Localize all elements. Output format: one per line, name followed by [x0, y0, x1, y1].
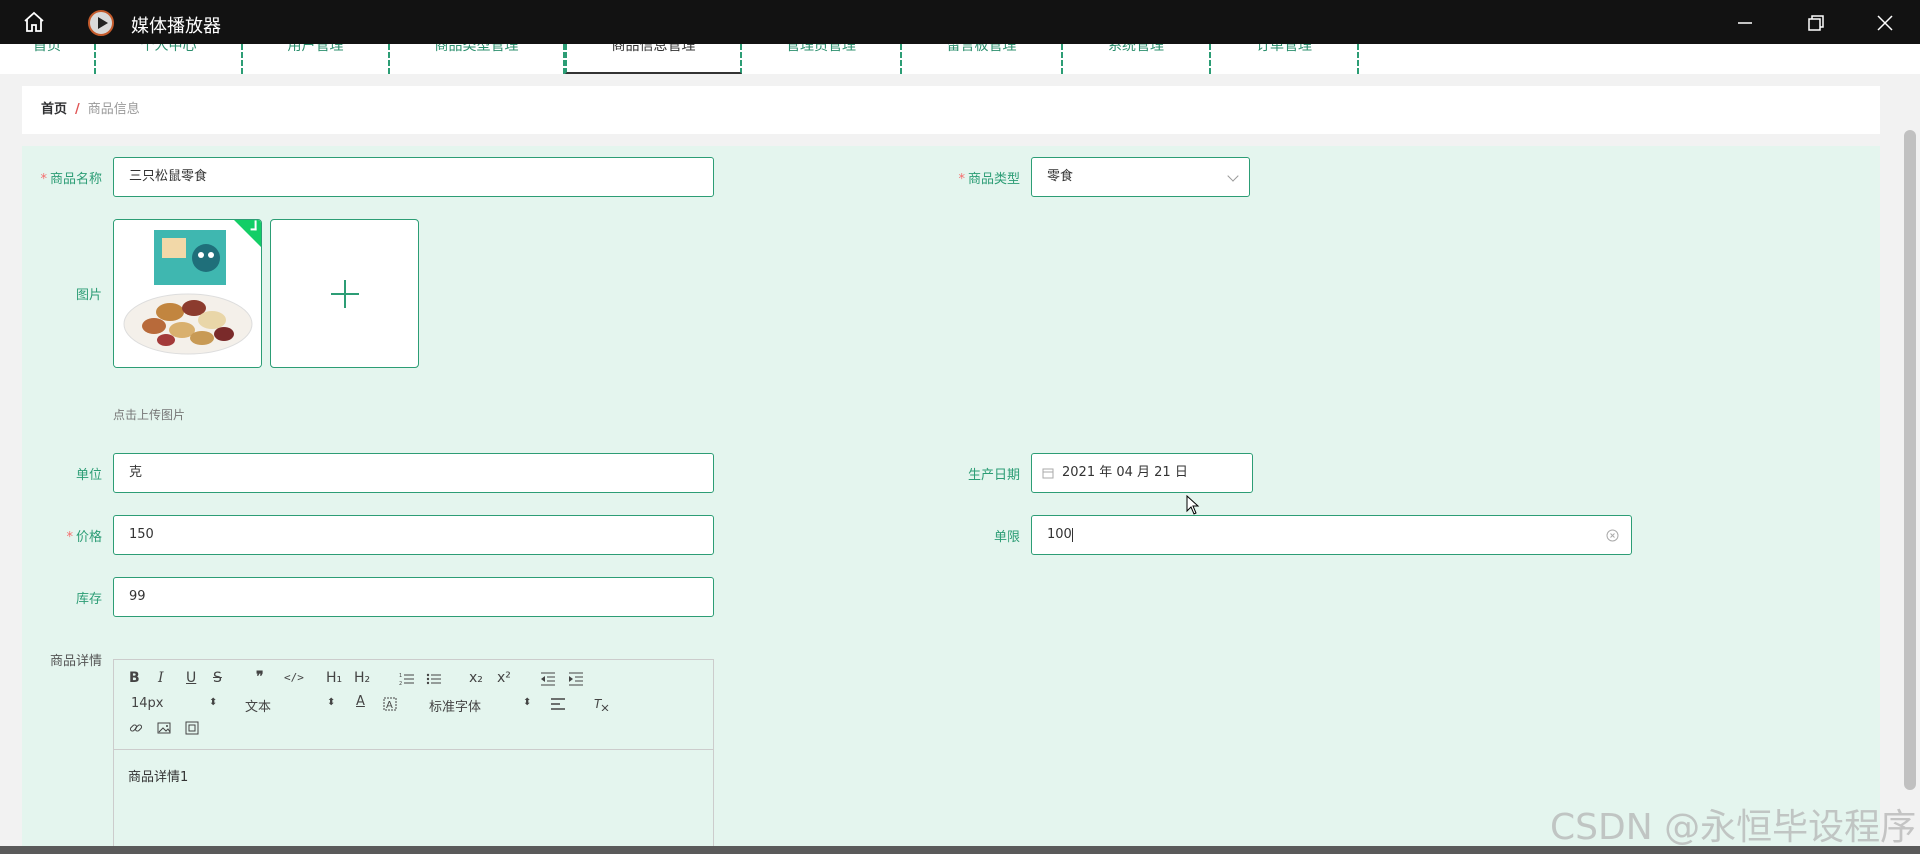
indent-icon[interactable]	[568, 672, 584, 686]
bold-button[interactable]: B	[129, 670, 140, 686]
nav-item-admins[interactable]: 管理员管理	[742, 44, 902, 74]
breadcrumb-home[interactable]: 首页	[41, 102, 67, 117]
vertical-scrollbar[interactable]	[1904, 130, 1916, 790]
stock-input[interactable]: 99	[113, 577, 714, 617]
outdent-icon[interactable]	[540, 672, 556, 686]
editor-toolbar: B I U S ❞ </> H₁ H₂ 12 x₂ x² 14px ⬍ 文本 ⬍ A…	[114, 660, 713, 750]
product-image-thumbnail[interactable]	[113, 219, 262, 368]
font-size-picker[interactable]: 14px ⬍	[131, 696, 221, 711]
minimize-icon[interactable]	[1730, 8, 1760, 38]
breadcrumb-current: 商品信息	[87, 102, 140, 117]
price-input[interactable]: 150	[113, 515, 714, 555]
video-icon[interactable]	[185, 721, 199, 735]
limit-label: 单限	[993, 530, 1020, 545]
image-label: 图片	[75, 288, 102, 303]
code-block-button[interactable]: </>	[284, 671, 304, 684]
chevron-down-icon	[1227, 170, 1239, 182]
name-label: * 商品名称	[40, 172, 102, 187]
nav-item-messages[interactable]: 留言板管理	[902, 44, 1063, 74]
maximize-icon[interactable]	[1800, 8, 1830, 38]
window-title: 媒体播放器	[131, 16, 221, 37]
plus-icon	[330, 279, 359, 308]
breadcrumb: 首页 / 商品信息	[22, 86, 1880, 134]
strike-button[interactable]: S	[213, 670, 222, 686]
unit-label: 单位	[75, 468, 102, 483]
close-icon[interactable]	[1870, 8, 1900, 38]
nuts-snack-image	[114, 220, 261, 367]
csdn-watermark: CSDN @永恒毕设程序	[1550, 807, 1917, 848]
calendar-icon	[1042, 468, 1054, 479]
nav-item-users[interactable]: 用户管理	[243, 44, 390, 74]
price-label: * 价格	[66, 530, 102, 545]
heading2-button[interactable]: H₂	[354, 670, 370, 686]
clear-format-icon[interactable]: T	[593, 697, 609, 711]
date-label: 生产日期	[967, 468, 1020, 483]
nav-item-home[interactable]: 首页	[0, 44, 96, 74]
type-label: * 商品类型	[958, 172, 1020, 187]
text-style-picker[interactable]: 文本 ⬍	[245, 696, 335, 715]
detail-label: 商品详情	[49, 654, 102, 669]
italic-button[interactable]: I	[158, 670, 164, 686]
unit-input[interactable]: 克	[113, 453, 714, 493]
window-titlebar: 媒体播放器	[0, 0, 1920, 44]
limit-input[interactable]: 100	[1031, 515, 1632, 555]
heading1-button[interactable]: H₁	[326, 670, 342, 686]
svg-text:A: A	[386, 700, 393, 711]
image-icon[interactable]	[157, 721, 171, 735]
type-select[interactable]: 零食	[1031, 157, 1250, 197]
background-color-icon[interactable]: A	[383, 697, 397, 711]
mouse-cursor-icon	[1186, 495, 1200, 515]
subscript-button[interactable]: x₂	[469, 670, 483, 686]
nav-item-product-info[interactable]: 商品信息管理	[565, 44, 742, 74]
nav-item-product-types[interactable]: 商品类型管理	[390, 44, 565, 74]
rich-text-editor: B I U S ❞ </> H₁ H₂ 12 x₂ x² 14px ⬍ 文本 ⬍ A…	[113, 659, 714, 854]
svg-text:1: 1	[399, 673, 402, 679]
underline-button[interactable]: U	[186, 670, 196, 686]
ordered-list-icon[interactable]: 12	[399, 672, 415, 686]
svg-text:2: 2	[399, 681, 402, 686]
blockquote-button[interactable]: ❞	[256, 669, 264, 685]
align-left-icon[interactable]	[550, 697, 566, 711]
font-color-icon[interactable]: A	[356, 694, 365, 709]
svg-text:T: T	[594, 697, 603, 711]
home-icon[interactable]	[22, 10, 46, 34]
bullet-list-icon[interactable]	[426, 672, 442, 686]
upload-hint: 点击上传图片	[113, 408, 186, 422]
media-player-icon	[88, 10, 114, 36]
stock-label: 库存	[75, 592, 102, 607]
editor-content[interactable]: 商品详情1	[128, 766, 188, 785]
nav-item-profile[interactable]: 个人中心	[96, 44, 243, 74]
date-picker[interactable]: 2021 年 04 月 21 日	[1031, 453, 1253, 493]
upload-image-button[interactable]	[270, 219, 419, 368]
link-icon[interactable]	[129, 721, 143, 735]
clear-icon[interactable]	[1606, 529, 1619, 542]
top-nav: 首页 个人中心 用户管理 商品类型管理 商品信息管理 管理员管理 留言板管理 系…	[0, 44, 1920, 74]
font-family-picker[interactable]: 标准字体 ⬍	[429, 696, 531, 715]
breadcrumb-separator: /	[75, 102, 80, 117]
nav-item-system[interactable]: 系统管理	[1063, 44, 1211, 74]
nav-item-orders[interactable]: 订单管理	[1211, 44, 1359, 74]
name-input[interactable]: 三只松鼠零食	[113, 157, 714, 197]
superscript-button[interactable]: x²	[497, 670, 511, 686]
